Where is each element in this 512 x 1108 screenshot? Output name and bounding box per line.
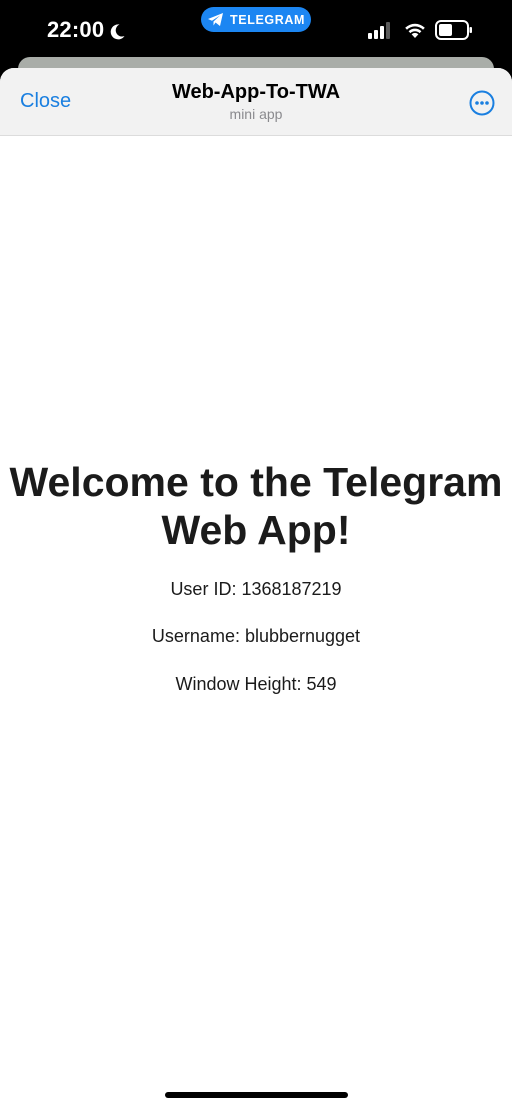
phone-screen: 22:00 TELEGRAM Close Web-App-To-TWA mini… (0, 0, 512, 1108)
moon-icon (108, 21, 126, 40)
user-id-text: User ID: 1368187219 (170, 579, 342, 599)
home-indicator[interactable] (165, 1092, 348, 1098)
telegram-app-pill[interactable]: TELEGRAM (201, 7, 311, 32)
mini-app-sheet: Close Web-App-To-TWA mini app Welcome to… (0, 68, 512, 1108)
status-time-label: 22:00 (47, 17, 105, 42)
paper-plane-icon (207, 12, 224, 27)
cellular-signal-icon (368, 22, 392, 39)
status-time: 22:00 (47, 17, 126, 43)
more-horizontal-icon (469, 90, 495, 119)
username-text: Username: blubbernugget (151, 626, 361, 646)
more-options-button[interactable] (469, 90, 495, 116)
web-app-content: Welcome to the Telegram Web App! User ID… (0, 458, 512, 694)
mini-app-title: Web-App-To-TWA (171, 81, 341, 103)
mini-app-subtitle: mini app (229, 106, 283, 122)
battery-icon (435, 20, 473, 40)
mini-app-header: Close Web-App-To-TWA mini app (0, 68, 512, 136)
welcome-heading: Welcome to the Telegram Web App! (9, 459, 503, 553)
wifi-icon (404, 21, 426, 39)
telegram-pill-label: TELEGRAM (230, 12, 305, 27)
window-height-text: Window Height: 549 (175, 674, 337, 694)
status-bar: 22:00 TELEGRAM (0, 0, 512, 58)
